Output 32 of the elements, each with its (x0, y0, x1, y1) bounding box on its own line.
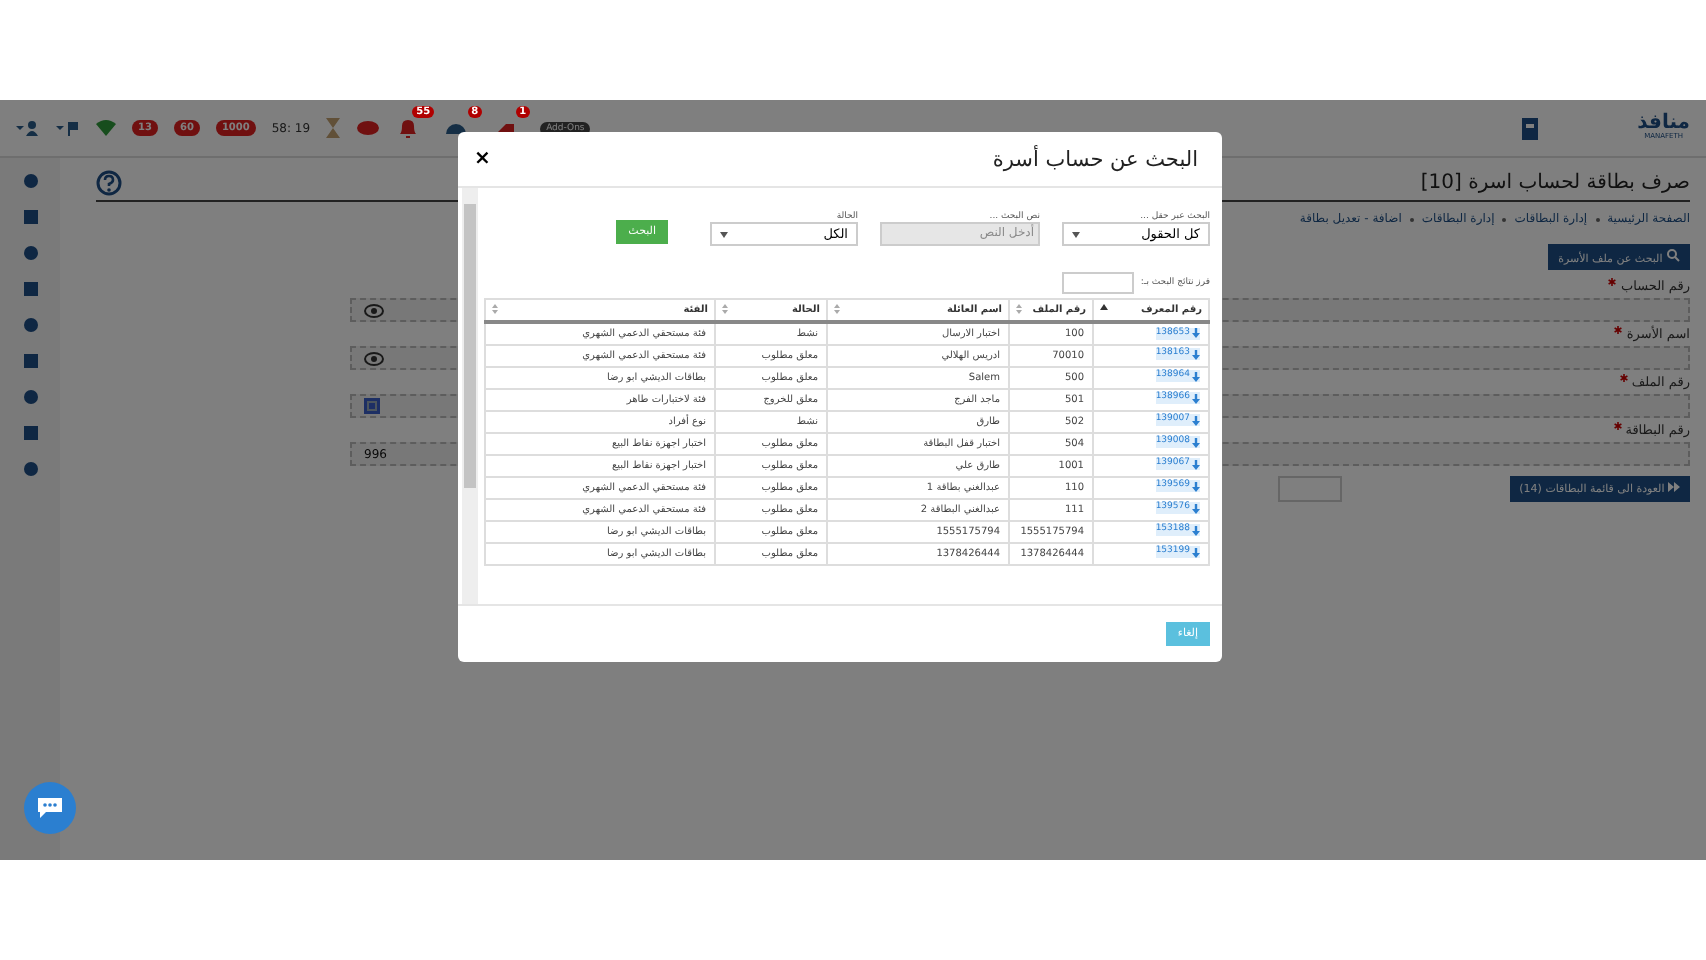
input-field[interactable] (1277, 476, 1342, 502)
user-icon[interactable] (16, 120, 40, 136)
square-icon[interactable] (23, 426, 37, 440)
circle-icon[interactable] (23, 390, 37, 404)
help-icon[interactable] (96, 170, 122, 196)
fast-forward-icon (1668, 482, 1680, 492)
circle-icon[interactable] (23, 174, 37, 188)
checkbox-icon[interactable] (364, 398, 380, 414)
chat-button[interactable] (24, 782, 76, 834)
square-icon[interactable] (23, 210, 37, 224)
circle-icon[interactable] (23, 462, 37, 476)
search-icon (1666, 248, 1680, 262)
square-icon[interactable] (23, 354, 37, 368)
scrollbar[interactable] (462, 188, 478, 604)
sort-field[interactable] (1062, 272, 1135, 294)
square-icon[interactable] (23, 282, 37, 296)
circle-icon[interactable] (23, 318, 37, 332)
eye-icon[interactable] (364, 351, 384, 365)
circle-icon[interactable] (23, 246, 37, 260)
hourglass-icon (326, 118, 341, 138)
speech-bubble-icon (36, 796, 64, 820)
caret-icon (1072, 231, 1080, 237)
close-button[interactable]: × (474, 148, 491, 170)
caret-icon (720, 231, 728, 237)
dialog-title: البحث عن حساب أسرة (992, 147, 1198, 171)
brand-logo: منافذ (1637, 114, 1690, 135)
flag-icon[interactable] (56, 120, 80, 136)
eye-icon[interactable] (364, 303, 384, 317)
bell-icon[interactable] (396, 116, 421, 140)
page-title: صرف بطاقة لحساب اسرة [10] (1420, 172, 1690, 194)
wifi-icon[interactable] (96, 120, 116, 136)
bookmark-icon[interactable] (1521, 117, 1538, 139)
